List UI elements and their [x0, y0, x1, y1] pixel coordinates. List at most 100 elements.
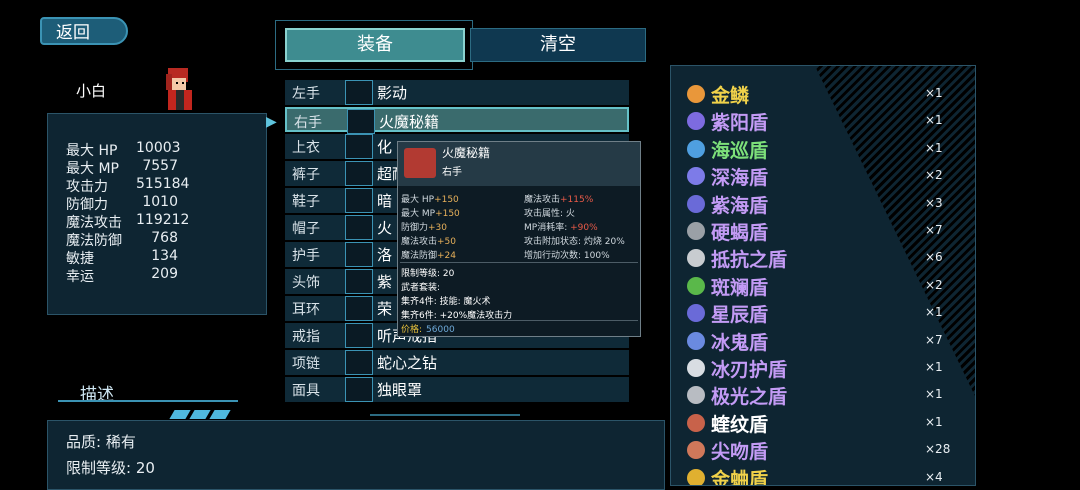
inventory-item[interactable]: 冰刃护盾 ×1	[671, 354, 971, 381]
eyepatch-icon	[345, 377, 373, 402]
slot-item-name: 紫	[377, 273, 393, 291]
tooltip-attr: 防御力+30	[401, 223, 448, 233]
inventory-item[interactable]: 硬蝎盾 ×7	[671, 217, 971, 244]
slot-label: 上衣	[292, 140, 320, 156]
inventory-item-qty: ×1	[925, 414, 943, 429]
tooltip-attr: MP消耗率: +90%	[524, 223, 598, 233]
slot-label: 鞋子	[292, 194, 320, 210]
tooltip-attr: 最大 HP+150	[401, 195, 459, 205]
boots-icon	[345, 188, 373, 213]
inventory-item-name: 极光之盾	[711, 386, 788, 409]
inventory-panel[interactable]: 金鳞 ×1 紫阳盾 ×1 海巡盾 ×1 深海盾 ×2 紫海盾 ×3 硬蝎盾 ×7 抵抗之盾 ×6 斑斓盾 ×2…	[670, 65, 976, 486]
equip-slot-row[interactable]: 右手 火魔秘籍	[285, 107, 629, 134]
tooltip-attr: 增加行动次数: 100%	[524, 251, 610, 261]
tooltip-header: 火魔秘籍 右手	[398, 142, 640, 186]
stat-row: 魔法防御 768	[66, 230, 178, 249]
inventory-item-qty: ×2	[925, 168, 943, 183]
shield-icon	[687, 276, 705, 295]
slot-item-name: 化	[377, 138, 393, 156]
inventory-item-name: 冰鬼盾	[711, 331, 769, 354]
inventory-item[interactable]: 紫阳盾 ×1	[671, 107, 971, 134]
red-book-icon	[347, 109, 375, 134]
description-line: 限制等级: 20	[66, 459, 155, 477]
tooltip-attr: 攻击属性: 火	[524, 209, 575, 219]
inventory-item-qty: ×1	[925, 140, 943, 155]
inventory-item-qty: ×28	[925, 442, 951, 457]
inventory-item-qty: ×6	[925, 250, 943, 265]
stat-row: 幸运 209	[66, 266, 178, 285]
inventory-item[interactable]: 蝰纹盾 ×1	[671, 409, 971, 436]
description-underline	[58, 400, 238, 402]
inventory-item[interactable]: 紫海盾 ×3	[671, 190, 971, 217]
tooltip-item-name: 火魔秘籍	[442, 146, 491, 160]
tooltip-attr: 魔法攻击+50	[401, 237, 457, 247]
shield-icon	[687, 386, 705, 405]
shield-icon	[687, 167, 705, 186]
slot-item-name: 洛	[377, 246, 393, 264]
inventory-item[interactable]: 抵抗之盾 ×6	[671, 244, 971, 271]
inventory-item-name: 紫海盾	[711, 194, 769, 217]
inventory-item[interactable]: 星辰盾 ×1	[671, 299, 971, 326]
shield-icon	[687, 85, 705, 103]
inventory-item[interactable]: 冰鬼盾 ×7	[671, 327, 971, 354]
slot-item-name: 独眼罩	[377, 381, 423, 399]
tooltip-attr: 魔法攻击+115%	[524, 195, 594, 205]
description-deco	[169, 404, 242, 419]
shield-icon	[687, 304, 705, 323]
tooltip-price: 价格: 56000	[401, 325, 455, 335]
clear-button[interactable]: 清空	[470, 28, 646, 62]
inventory-item-qty: ×1	[925, 113, 943, 128]
shield-icon	[687, 413, 705, 432]
inventory-item-name: 金鳞	[711, 85, 750, 107]
blade-icon	[345, 80, 373, 105]
inventory-item-name: 冰刃护盾	[711, 359, 788, 381]
shield-icon	[687, 331, 705, 350]
stat-row: 最大 MP 7557	[66, 158, 178, 177]
slot-item-name: 影动	[377, 84, 408, 102]
inventory-item-name: 星辰盾	[711, 304, 769, 327]
tooltip-line: 集齐4件: 技能: 魔火术	[401, 297, 491, 307]
inventory-item-name: 蝰纹盾	[711, 413, 769, 436]
description-panel: 品质: 稀有 限制等级: 20	[47, 420, 665, 490]
inventory-item[interactable]: 斑斓盾 ×2	[671, 272, 971, 299]
equip-slot-row[interactable]: 左手 影动	[285, 80, 629, 105]
slot-label: 帽子	[292, 221, 320, 237]
inventory-item[interactable]: 极光之盾 ×1	[671, 381, 971, 408]
slot-label: 戒指	[292, 329, 320, 345]
slot-label: 项链	[292, 356, 320, 372]
inventory-item-name: 尖吻盾	[711, 441, 769, 464]
slot-label: 耳环	[292, 302, 320, 318]
shield-icon	[687, 359, 705, 377]
tooltip-attr: 最大 MP+150	[401, 209, 460, 219]
stat-row: 攻击力 515184	[66, 176, 190, 195]
tooltip-attr: 魔法防御+24	[401, 251, 457, 261]
slot-label: 裤子	[292, 167, 320, 183]
shield-icon	[687, 249, 705, 268]
scroll-indicator	[370, 414, 520, 416]
selector-arrow-icon: ▶	[266, 114, 277, 130]
tooltip-divider	[400, 262, 638, 263]
back-button[interactable]: 返回	[40, 17, 128, 45]
tab-equip[interactable]: 装备	[285, 28, 465, 62]
gauntlet-icon	[345, 242, 373, 267]
slot-label: 头饰	[292, 275, 320, 291]
armor-icon	[345, 134, 373, 159]
inventory-item[interactable]: 深海盾 ×2	[671, 162, 971, 189]
slot-label: 面具	[292, 383, 320, 399]
inventory-item[interactable]: 金鳞 ×1	[671, 80, 971, 107]
tooltip-attr: 攻击附加状态: 灼烧 20%	[524, 237, 625, 247]
inventory-item-qty: ×1	[925, 86, 943, 100]
slot-item-name: 蛇心之钻	[377, 354, 438, 372]
inventory-item-name: 海巡盾	[711, 139, 769, 162]
shield-icon	[687, 112, 705, 131]
inventory-item[interactable]: 海巡盾 ×1	[671, 135, 971, 162]
equip-slot-row[interactable]: 面具 独眼罩	[285, 377, 629, 402]
helmet-icon	[345, 215, 373, 240]
shield-icon	[687, 139, 705, 158]
equip-slot-row[interactable]: 项链 蛇心之钻	[285, 350, 629, 375]
inventory-item-qty: ×1	[925, 305, 943, 320]
inventory-item[interactable]: 金蛐盾 ×4	[671, 464, 971, 485]
pants-icon	[345, 161, 373, 186]
inventory-item[interactable]: 尖吻盾 ×28	[671, 436, 971, 463]
item-tooltip: 火魔秘籍 右手 最大 HP+150 最大 MP+150 防御力+30 魔法攻击+50 魔…	[397, 141, 641, 337]
